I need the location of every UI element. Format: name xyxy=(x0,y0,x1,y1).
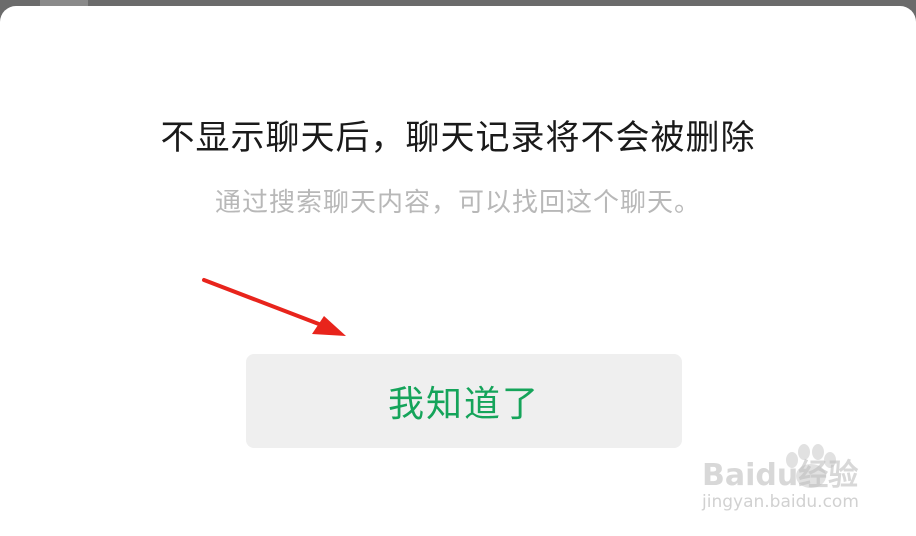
watermark-brand: Baidu经验 xyxy=(702,458,859,493)
watermark-url: jingyan.baidu.com xyxy=(702,492,859,512)
red-arrow-annotation xyxy=(202,278,346,336)
got-it-button[interactable]: 我知道了 xyxy=(246,354,682,448)
dialog-subtitle: 通过搜索聊天内容，可以找回这个聊天。 xyxy=(214,188,701,218)
dialog-title: 不显示聊天后，聊天记录将不会被删除 xyxy=(160,118,756,158)
